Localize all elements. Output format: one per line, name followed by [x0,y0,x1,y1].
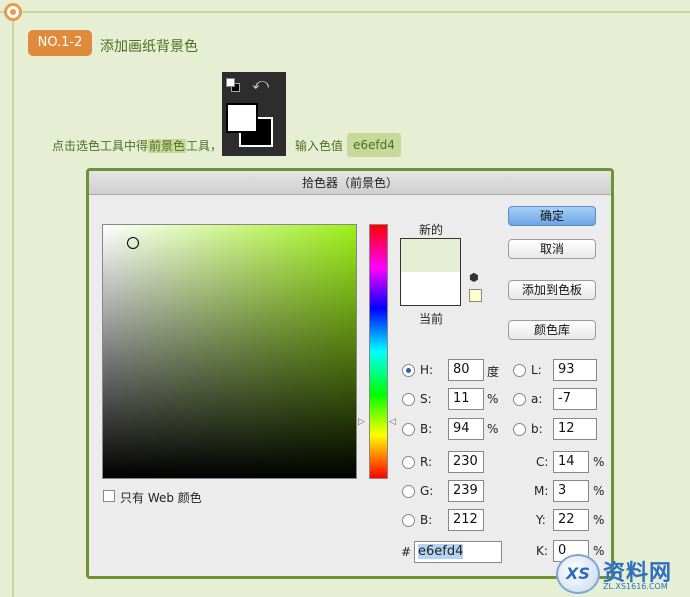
timeline-dot [4,3,22,21]
h-unit: 度 [487,365,500,379]
instruction-highlight: 前景色 [148,139,187,153]
ok-button[interactable]: 确定 [508,206,596,226]
r-input[interactable]: 230 [448,451,484,473]
step-badge: NO.1-2 [28,30,92,56]
hex-input[interactable]: e6efd4 [414,541,502,563]
timeline-top-line [0,11,690,13]
a-radio[interactable] [513,393,526,406]
h-label: H: [420,363,434,377]
y-input[interactable]: 22 [553,509,589,531]
current-color-label: 当前 [419,312,444,326]
s-input[interactable]: 11 [448,388,484,410]
color-picker-dialog: 拾色器（前景色） ▷ ◁ 新的 当前 ⬢ 确定 取消 添加到色板 颜色库 H: … [86,168,614,579]
color-field-cursor[interactable] [127,237,139,249]
color-value-chip: e6efd4 [347,133,401,157]
r-label: R: [420,455,433,469]
g-radio[interactable] [402,485,415,498]
g-label: G: [420,484,434,498]
a-input[interactable]: -7 [553,388,597,410]
new-color-swatch [400,238,461,272]
lab-b-radio[interactable] [513,423,526,436]
new-color-label: 新的 [419,223,444,237]
watermark-logo: XS [556,554,600,594]
instruction-text-2: 工具， [186,139,223,153]
c-label: C: [536,455,549,469]
y-unit: % [593,513,605,527]
swap-icon: ⤺ [252,74,270,93]
l-label: L: [531,363,542,377]
hue-slider[interactable] [369,224,388,479]
l-input[interactable]: 93 [553,359,597,381]
color-libraries-button[interactable]: 颜色库 [508,320,596,340]
instruction-text-1: 点击选色工具中得 [52,139,149,153]
k-label: K: [536,544,548,558]
hex-input-value: e6efd4 [418,544,464,559]
r-radio[interactable] [402,456,415,469]
cube-icon[interactable]: ⬢ [469,271,479,284]
l-radio[interactable] [513,364,526,377]
blue-input[interactable]: 212 [448,509,484,531]
h-radio[interactable] [402,364,415,377]
g-input[interactable]: 239 [448,480,484,502]
web-colors-only-label: 只有 Web 颜色 [120,491,202,505]
lab-b-input[interactable]: 12 [553,418,597,440]
foreground-color-swatch [226,103,258,133]
timeline-left-line [12,12,14,597]
lab-b-label: b: [531,422,543,436]
instruction-text-3: 输入色值 [295,139,344,153]
blue-label: B: [420,513,433,527]
b-input[interactable]: 94 [448,418,484,440]
blue-radio[interactable] [402,514,415,527]
a-label: a: [531,392,543,406]
c-unit: % [593,455,605,469]
web-colors-only-checkbox[interactable] [103,490,115,502]
gamut-swatch[interactable] [469,289,482,302]
m-unit: % [593,484,605,498]
s-radio[interactable] [402,393,415,406]
h-input[interactable]: 80 [448,359,484,381]
s-label: S: [420,392,432,406]
s-unit: % [487,392,499,406]
b-radio[interactable] [402,423,415,436]
b-unit: % [487,422,499,436]
watermark-url: ZL.XS1616.COM [603,582,668,591]
default-colors-icon [226,78,240,92]
m-input[interactable]: 3 [553,480,589,502]
c-input[interactable]: 14 [553,451,589,473]
y-label: Y: [536,513,546,527]
dialog-title: 拾色器（前景色） [89,171,611,195]
color-tool-icon: ⤺ [222,72,286,156]
instruction-line: 点击选色工具中得前景色工具， [52,138,222,154]
step-title: 添加画纸背景色 [100,39,198,55]
hue-slider-left-arrow-icon[interactable]: ▷ [358,417,365,427]
m-label: M: [534,484,549,498]
color-field[interactable] [102,224,357,479]
cancel-button[interactable]: 取消 [508,239,596,259]
current-color-swatch[interactable] [400,272,461,306]
b-label: B: [420,422,433,436]
hue-slider-right-arrow-icon[interactable]: ◁ [389,417,396,427]
hex-label: # [401,545,412,559]
add-to-swatches-button[interactable]: 添加到色板 [508,280,596,300]
